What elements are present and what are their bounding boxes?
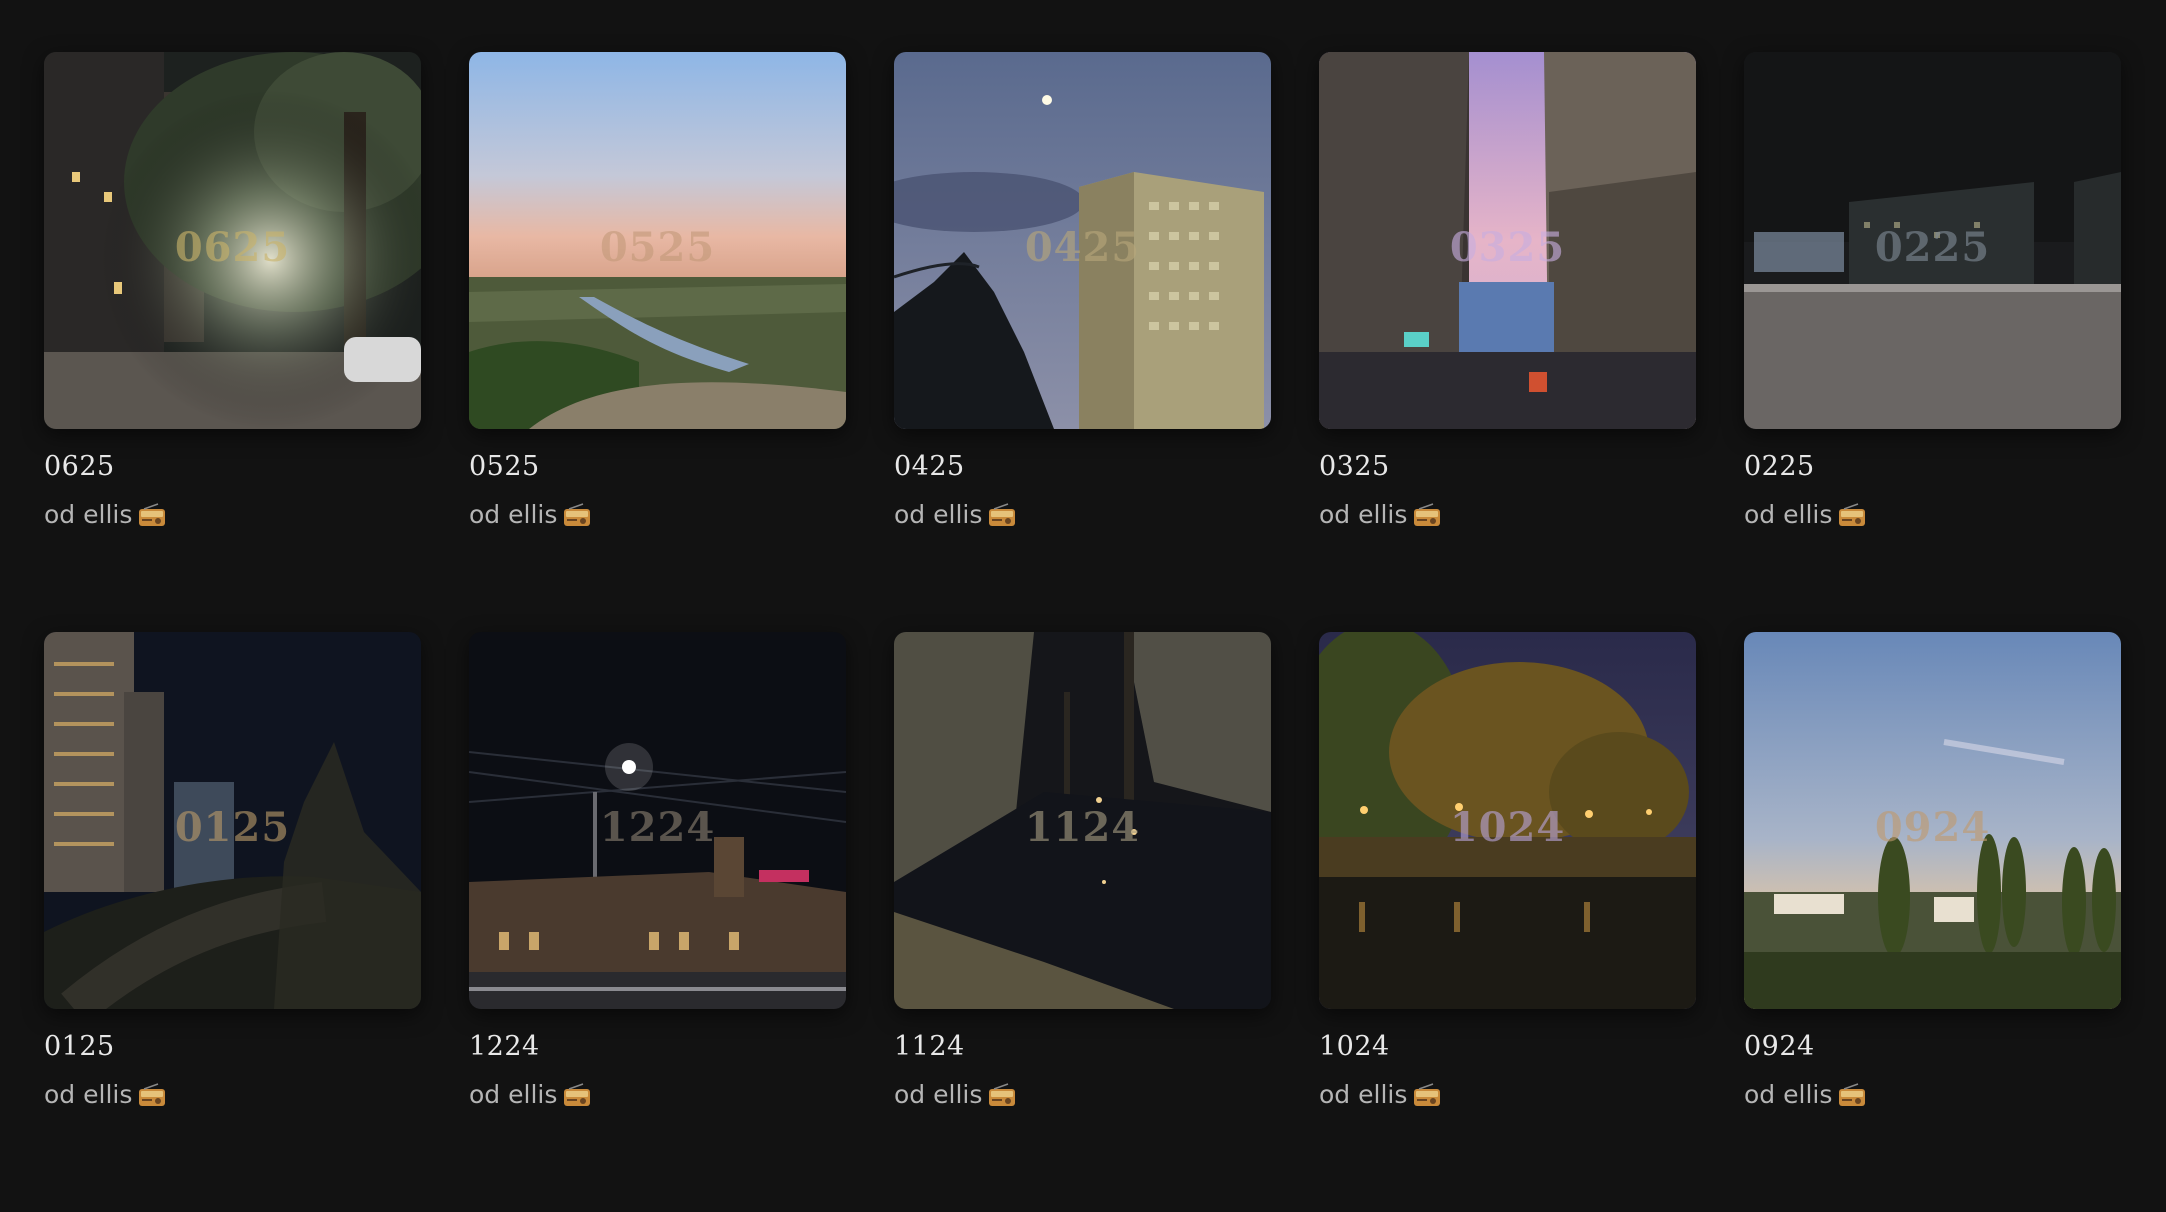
playlist-title[interactable]: 0225 (1744, 451, 2121, 483)
radio-icon (1414, 1083, 1441, 1106)
radio-icon (1839, 503, 1866, 526)
cover-watermark: 1124 (1024, 804, 1141, 851)
playlist-card[interactable]: 0625 0625 od ellis (44, 52, 421, 632)
author-name: od ellis (44, 1080, 133, 1109)
playlist-author[interactable]: od ellis (1319, 1079, 1696, 1111)
playlist-title[interactable]: 1124 (894, 1031, 1271, 1063)
radio-icon (1414, 503, 1441, 526)
cover-image[interactable]: 0125 (44, 632, 421, 1009)
cover-image[interactable]: 1124 (894, 632, 1271, 1009)
playlist-card[interactable]: 0425 0425 od ellis (894, 52, 1271, 632)
radio-icon (564, 1083, 591, 1106)
cover-watermark: 1224 (599, 804, 716, 851)
cover-image[interactable]: 0325 (1319, 52, 1696, 429)
playlist-author[interactable]: od ellis (894, 499, 1271, 531)
radio-icon (564, 503, 591, 526)
playlist-title[interactable]: 1024 (1319, 1031, 1696, 1063)
radio-icon (989, 1083, 1016, 1106)
playlist-card[interactable]: 1224 1224 od ellis (469, 632, 846, 1212)
cover-image[interactable]: 0924 (1744, 632, 2121, 1009)
author-name: od ellis (894, 500, 983, 529)
author-name: od ellis (1744, 500, 1833, 529)
playlist-title[interactable]: 0325 (1319, 451, 1696, 483)
playlist-title[interactable]: 0625 (44, 451, 421, 483)
author-name: od ellis (894, 1080, 983, 1109)
author-name: od ellis (1319, 1080, 1408, 1109)
playlist-title[interactable]: 0125 (44, 1031, 421, 1063)
playlist-card[interactable]: 1124 1124 od ellis (894, 632, 1271, 1212)
radio-icon (139, 503, 166, 526)
cover-watermark: 0425 (1024, 224, 1141, 271)
radio-icon (1839, 1083, 1866, 1106)
author-name: od ellis (44, 500, 133, 529)
playlist-author[interactable]: od ellis (44, 499, 421, 531)
cover-watermark: 0924 (1874, 804, 1991, 851)
playlist-author[interactable]: od ellis (469, 1079, 846, 1111)
cover-watermark: 0125 (174, 804, 291, 851)
playlist-title[interactable]: 1224 (469, 1031, 846, 1063)
author-name: od ellis (469, 1080, 558, 1109)
playlist-card[interactable]: 0125 0125 od ellis (44, 632, 421, 1212)
cover-image[interactable]: 0525 (469, 52, 846, 429)
playlist-title[interactable]: 0924 (1744, 1031, 2121, 1063)
cover-image[interactable]: 1024 (1319, 632, 1696, 1009)
playlist-title[interactable]: 0425 (894, 451, 1271, 483)
playlist-card[interactable]: 0325 0325 od ellis (1319, 52, 1696, 632)
cover-image[interactable]: 0425 (894, 52, 1271, 429)
cover-image[interactable]: 1224 (469, 632, 846, 1009)
playlist-card[interactable]: 0525 0525 od ellis (469, 52, 846, 632)
author-name: od ellis (1319, 500, 1408, 529)
cover-watermark: 0525 (599, 224, 716, 271)
playlist-card[interactable]: 1024 1024 od ellis (1319, 632, 1696, 1212)
playlist-author[interactable]: od ellis (44, 1079, 421, 1111)
author-name: od ellis (1744, 1080, 1833, 1109)
playlist-author[interactable]: od ellis (1744, 499, 2121, 531)
cover-watermark: 0225 (1874, 224, 1991, 271)
cover-watermark: 0625 (174, 224, 291, 271)
radio-icon (139, 1083, 166, 1106)
cover-watermark: 0325 (1449, 224, 1566, 271)
playlist-card[interactable]: 0924 0924 od ellis (1744, 632, 2121, 1212)
playlist-author[interactable]: od ellis (1744, 1079, 2121, 1111)
radio-icon (989, 503, 1016, 526)
cover-image[interactable]: 0625 (44, 52, 421, 429)
cover-image[interactable]: 0225 (1744, 52, 2121, 429)
author-name: od ellis (469, 500, 558, 529)
playlist-author[interactable]: od ellis (469, 499, 846, 531)
playlist-title[interactable]: 0525 (469, 451, 846, 483)
playlist-author[interactable]: od ellis (894, 1079, 1271, 1111)
playlist-author[interactable]: od ellis (1319, 499, 1696, 531)
playlist-card[interactable]: 0225 0225 od ellis (1744, 52, 2121, 632)
cover-watermark: 1024 (1449, 804, 1566, 851)
playlist-grid: 0625 0625 od ellis 0525 0525 od ellis 04… (44, 52, 2121, 1212)
